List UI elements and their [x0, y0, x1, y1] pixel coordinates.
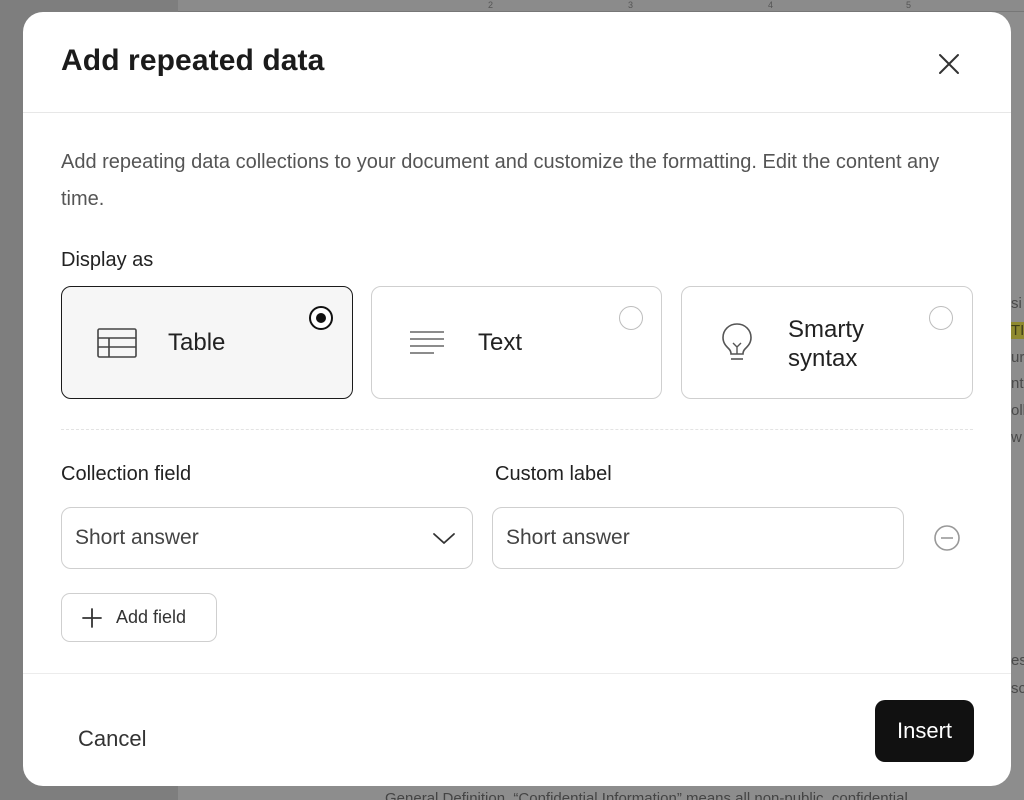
radio-selected[interactable]: [309, 306, 333, 330]
document-text-fragment: w: [1011, 429, 1022, 446]
custom-label-input[interactable]: Short answer: [492, 507, 904, 569]
dialog-header: Add repeated data: [23, 12, 1011, 113]
table-icon: [96, 322, 138, 364]
ruler-mark: 2: [488, 0, 494, 10]
section-divider: [61, 429, 973, 430]
display-option-smarty-syntax[interactable]: Smarty syntax: [681, 286, 973, 399]
document-text-fragment: ur: [1011, 349, 1024, 366]
display-as-label: Display as: [61, 249, 154, 271]
display-option-text[interactable]: Text: [371, 286, 662, 399]
remove-field-button[interactable]: [933, 524, 961, 552]
collection-field-select[interactable]: Short answer: [61, 507, 473, 569]
plus-icon: [82, 607, 102, 628]
document-text-fragment: nt: [1011, 375, 1024, 392]
document-text-fragment: oll: [1011, 402, 1024, 419]
document-text-fragment: si: [1011, 295, 1022, 312]
dialog-title: Add repeated data: [61, 44, 325, 77]
add-field-label: Add field: [116, 607, 187, 627]
minus-circle-icon: [934, 525, 960, 551]
ruler-mark: 4: [768, 0, 774, 10]
ruler: 2 3 4 5: [178, 0, 1024, 12]
dialog-description: Add repeating data collections to your d…: [61, 151, 940, 210]
option-label: Text: [478, 329, 523, 356]
close-button[interactable]: [933, 48, 965, 80]
document-text-fragment: es: [1011, 652, 1024, 669]
collection-field-label: Collection field: [61, 463, 192, 485]
cancel-button[interactable]: Cancel: [78, 726, 146, 752]
text-lines-icon: [406, 322, 448, 364]
option-label: Smarty syntax: [788, 316, 865, 372]
custom-label-label: Custom label: [495, 463, 612, 485]
insert-button[interactable]: Insert: [875, 700, 974, 762]
ruler-mark: 5: [906, 0, 912, 10]
document-text-line: General Definition. “Confidential Inform…: [385, 790, 908, 800]
radio-unselected[interactable]: [619, 306, 643, 330]
add-repeated-data-dialog: Add repeated data Add repeating data col…: [23, 12, 1011, 786]
chevron-down-icon: [433, 533, 455, 544]
custom-label-value: Short answer: [506, 526, 630, 549]
ruler-mark: 3: [628, 0, 634, 10]
document-text-fragment: TI: [1011, 322, 1024, 339]
lightbulb-icon: [716, 322, 758, 364]
radio-unselected[interactable]: [929, 306, 953, 330]
document-text-fragment: sc: [1011, 680, 1024, 697]
display-option-table[interactable]: Table: [61, 286, 353, 399]
add-field-button[interactable]: Add field: [61, 593, 217, 642]
dialog-footer: Cancel Insert: [23, 673, 1011, 786]
collection-field-value: Short answer: [75, 526, 199, 549]
close-icon: [939, 54, 959, 74]
option-label: Table: [168, 329, 226, 356]
